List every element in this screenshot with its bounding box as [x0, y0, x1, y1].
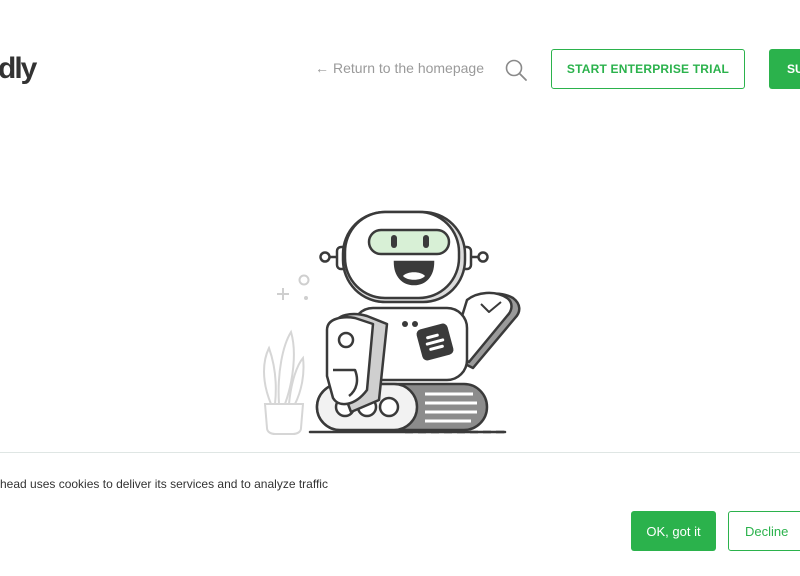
arrow-left-icon: ← — [315, 60, 329, 76]
start-enterprise-trial-button[interactable]: START ENTERPRISE TRIAL — [551, 49, 745, 89]
decline-cookies-button[interactable]: Decline — [728, 511, 800, 551]
robot-left-arm — [325, 312, 389, 414]
robot-waving-icon — [263, 210, 521, 435]
return-home-link[interactable]: ← Return to the homepage — [315, 60, 484, 76]
search-icon[interactable] — [504, 58, 528, 82]
robot-head — [319, 210, 489, 304]
cookie-message: head uses cookies to deliver its service… — [0, 477, 328, 491]
return-home-label: Return to the homepage — [333, 60, 484, 76]
page: dly ← Return to the homepage START ENTERP… — [0, 0, 800, 576]
accept-cookies-button[interactable]: OK, got it — [631, 511, 716, 551]
signup-button[interactable]: SU — [769, 49, 800, 89]
sparkle-icon — [277, 274, 310, 300]
plant-icon — [263, 329, 305, 435]
logo[interactable]: dly — [0, 52, 37, 86]
cookie-banner: head uses cookies to deliver its service… — [0, 452, 800, 576]
